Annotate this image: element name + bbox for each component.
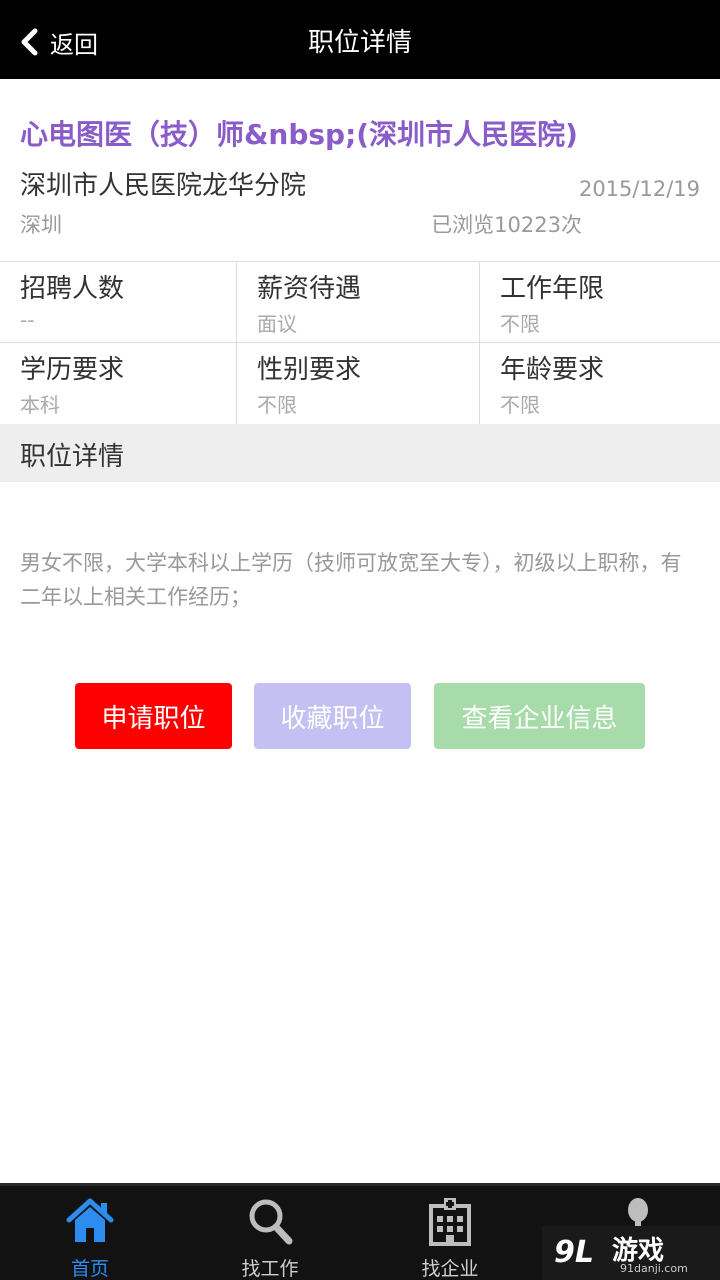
tab-find-company[interactable]: 找企业 <box>360 1186 540 1280</box>
building-icon <box>429 1198 471 1246</box>
job-title: 心电图医（技）师&nbsp;(深圳市人民医院) <box>20 118 578 151</box>
info-value: 不限 <box>500 393 540 417</box>
info-label: 招聘人数 <box>20 274 125 304</box>
info-cell-education: 学历要求 本科 <box>0 343 237 424</box>
info-value: 不限 <box>257 393 297 417</box>
job-header: 心电图医（技）师&nbsp;(深圳市人民医院) 深圳市人民医院龙华分院 2015… <box>0 79 720 262</box>
info-label: 年龄要求 <box>500 355 605 385</box>
info-cell-age: 年龄要求 不限 <box>480 343 720 424</box>
tab-label: 找企业 <box>421 1258 479 1280</box>
watermark-logo-icon: 9L <box>554 1235 594 1270</box>
job-description: 男女不限，大学本科以上学历（技师可放宽至大专），初级以上职称，有二年以上相关工作… <box>20 551 682 609</box>
info-label: 工作年限 <box>500 274 605 304</box>
watermark: 9L 游戏 91danji.com <box>542 1226 720 1280</box>
view-company-button[interactable]: 查看企业信息 <box>434 683 645 749</box>
svg-text:9L: 9L <box>554 1235 594 1270</box>
tab-label: 找工作 <box>241 1258 299 1280</box>
watermark-url: 91danji.com <box>620 1262 688 1275</box>
info-label: 薪资待遇 <box>257 274 362 304</box>
info-cell-experience: 工作年限 不限 <box>480 262 720 343</box>
tab-find-job[interactable]: 找工作 <box>180 1186 360 1280</box>
info-value: -- <box>20 308 35 332</box>
favorite-button[interactable]: 收藏职位 <box>254 683 411 749</box>
section-header: 职位详情 <box>0 424 720 482</box>
view-count: 已浏览10223次 <box>431 213 582 237</box>
home-icon <box>66 1198 114 1242</box>
page-title: 职位详情 <box>307 28 412 58</box>
post-date: 2015/12/19 <box>578 177 700 201</box>
tab-home[interactable]: 首页 <box>0 1186 180 1280</box>
info-value: 面议 <box>257 312 297 336</box>
top-navigation-bar: 返回 职位详情 <box>0 0 720 79</box>
info-label: 学历要求 <box>20 355 125 385</box>
company-name[interactable]: 深圳市人民医院龙华分院 <box>20 165 306 202</box>
info-cell-salary: 薪资待遇 面议 <box>237 262 480 343</box>
info-value: 不限 <box>500 312 540 336</box>
apply-button[interactable]: 申请职位 <box>75 683 232 749</box>
search-icon <box>249 1199 293 1245</box>
info-value: 本科 <box>20 393 60 417</box>
info-label: 性别要求 <box>257 355 362 385</box>
bottom-tab-bar: 首页 找工作 找企业 9L 游戏 91danji.com <box>0 1183 720 1280</box>
job-info-grid: 招聘人数 -- 薪资待遇 面议 工作年限 不限 学历要求 本科 性别要求 不限 … <box>0 262 720 424</box>
info-cell-headcount: 招聘人数 -- <box>0 262 237 343</box>
info-cell-gender: 性别要求 不限 <box>237 343 480 424</box>
tab-label: 首页 <box>70 1258 109 1280</box>
section-title: 职位详情 <box>20 442 125 472</box>
job-city: 深圳 <box>20 213 62 237</box>
